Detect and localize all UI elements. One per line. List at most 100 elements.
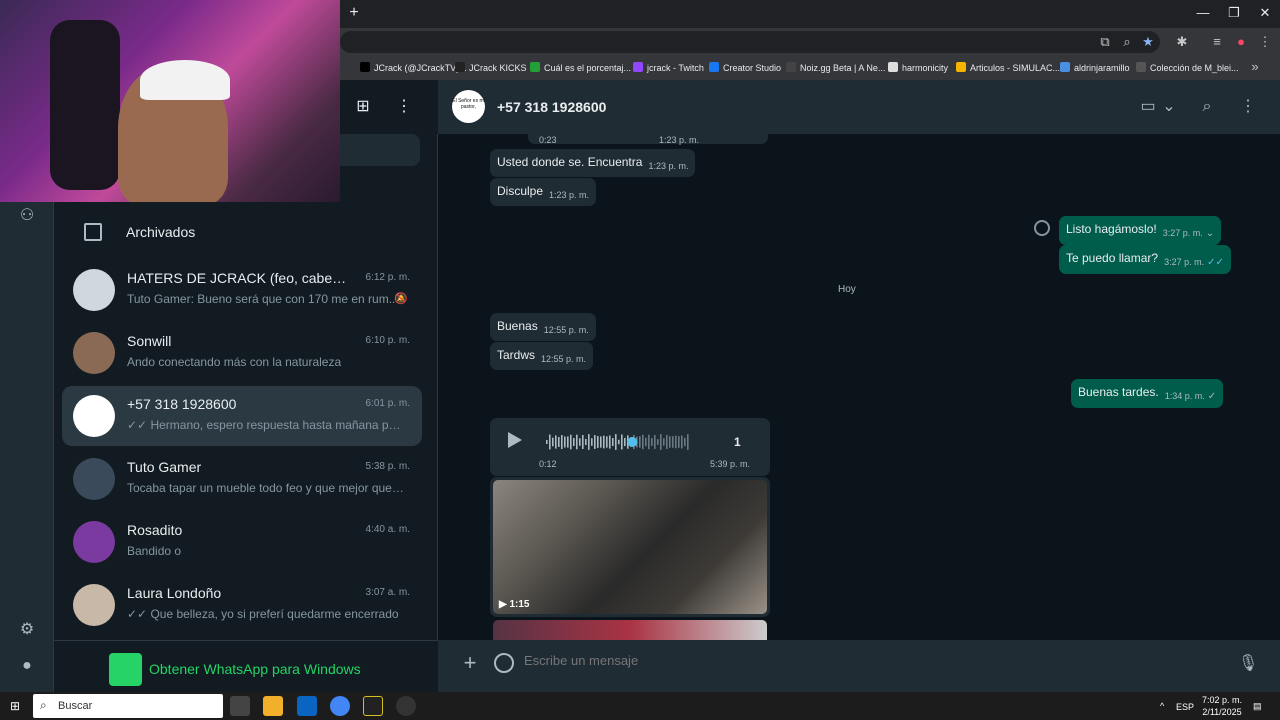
new-chat-icon[interactable]: ⊞: [351, 95, 375, 119]
archived-row[interactable]: Archivados: [54, 212, 438, 254]
bookmark-item[interactable]: Creator Studio: [709, 60, 781, 76]
video-thumbnail[interactable]: ▶ 1:15: [493, 480, 767, 614]
clock[interactable]: 7:02 p. m. 2/11/2025: [1200, 694, 1244, 718]
message-input[interactable]: [524, 653, 1224, 668]
get-windows-app-banner[interactable]: Obtener WhatsApp para Windows: [54, 640, 438, 692]
chat-avatar[interactable]: [73, 584, 115, 626]
waveform-bar: [594, 435, 596, 449]
obs-icon[interactable]: [396, 696, 416, 716]
waveform-bar: [585, 438, 587, 446]
video-thumbnail-partial[interactable]: [493, 620, 767, 640]
contact-title[interactable]: +57 318 1928600: [497, 99, 606, 115]
message-time: 1:34 p. m.: [1164, 391, 1205, 401]
message-text: Buenas: [497, 319, 538, 333]
extensions-icon[interactable]: ✱: [1173, 33, 1191, 51]
message-time: 12:55 p. m.: [541, 354, 587, 364]
chat-row[interactable]: Sonwill 6:10 p. m. Ando conectando más con…: [62, 323, 422, 383]
bookmark-item[interactable]: Noiz.gg Beta | A Ne...: [786, 60, 885, 76]
more-bookmarks-icon[interactable]: »: [1246, 58, 1264, 76]
app-icon[interactable]: [363, 696, 383, 716]
waveform-bar: [663, 438, 665, 446]
communities-icon[interactable]: ⚇: [15, 204, 39, 228]
bookmark-item[interactable]: Articulos - SIMULAC...: [956, 60, 1060, 76]
voice-message[interactable]: 1 0:12 5:39 p. m.: [490, 418, 770, 476]
message-bubble[interactable]: Buenas 12:55 p. m.: [490, 313, 596, 341]
bookmark-item[interactable]: JCrack KICKS: [455, 60, 527, 76]
video-call-icon[interactable]: ▭: [1138, 97, 1158, 117]
notifications-icon[interactable]: ▤: [1253, 700, 1262, 712]
waveform-bar: [684, 437, 686, 447]
chat-row[interactable]: Laura Londoño 3:07 a. m. ✓✓ Que belleza, y…: [62, 575, 422, 635]
minimize-button[interactable]: —: [1192, 4, 1214, 22]
chevron-down-icon[interactable]: ⌄: [1159, 97, 1179, 117]
chat-row[interactable]: Tuto Gamer 5:38 p. m. Tocaba tapar un mueb…: [62, 449, 422, 509]
message-bubble[interactable]: Buenas tardes. 1:34 p. m. ✓: [1071, 379, 1224, 408]
bookmark-favicon-icon: [956, 62, 966, 72]
bookmark-item[interactable]: jcrack - Twitch: [633, 60, 704, 76]
profile-icon[interactable]: ●: [1232, 33, 1250, 51]
bookmark-favicon-icon: [1136, 62, 1146, 72]
message-bubble[interactable]: Te puedo llamar? 3:27 p. m. ✓✓: [1059, 245, 1231, 274]
message-bubble[interactable]: Disculpe 1:23 p. m.: [490, 178, 597, 206]
profile-avatar-icon[interactable]: ●: [15, 654, 39, 678]
message-bubble[interactable]: Usted donde se. Encuentra 1:23 p. m.: [490, 149, 696, 177]
install-app-icon[interactable]: ⧉: [1096, 33, 1114, 51]
sticker-icon[interactable]: [494, 653, 514, 673]
chat-avatar[interactable]: [73, 458, 115, 500]
bookmark-item[interactable]: JCrack (@JCrackTV)...: [360, 60, 467, 76]
whatsapp-logo-icon: [109, 653, 142, 686]
microphone-icon[interactable]: 🎙: [1238, 653, 1258, 675]
file-explorer-icon[interactable]: [263, 696, 283, 716]
chat-avatar[interactable]: [73, 395, 115, 437]
chat-row[interactable]: +57 318 1928600 6:01 p. m. ✓✓ Hermano, esp…: [62, 386, 422, 446]
dropdown-chevron-icon[interactable]: ⌄: [1206, 228, 1214, 239]
message-bubble[interactable]: Listo hagámoslo! 3:27 p. m. ⌄: [1059, 216, 1222, 245]
chrome-icon[interactable]: [330, 696, 350, 716]
chat-row[interactable]: Rosadito 4:40 a. m. Bandido o: [62, 512, 422, 572]
message-bubble[interactable]: Tardws 12:55 p. m.: [490, 342, 594, 370]
emoji-reaction-icon[interactable]: [1034, 220, 1050, 236]
menu-icon[interactable]: ⋮: [392, 95, 416, 119]
chat-avatar[interactable]: [73, 521, 115, 563]
media-controls-icon[interactable]: ≡: [1208, 33, 1226, 51]
new-tab-button[interactable]: +: [346, 5, 362, 21]
voice-waveform[interactable]: [546, 434, 692, 450]
waveform-bar: [588, 434, 590, 450]
waveform-bar: [597, 436, 599, 448]
browser-menu-icon[interactable]: ⋮: [1256, 33, 1274, 51]
partial-message: [528, 134, 768, 144]
restore-button[interactable]: ❐: [1223, 4, 1245, 22]
tray-chevron-icon[interactable]: ^: [1160, 700, 1164, 712]
day-divider: Hoy: [838, 284, 856, 295]
zoom-icon[interactable]: ⌕: [1118, 33, 1136, 51]
outlook-icon[interactable]: [297, 696, 317, 716]
contact-avatar[interactable]: El Señor es mi pastor,: [452, 90, 485, 123]
start-button[interactable]: ⊞: [10, 699, 24, 713]
bookmark-item[interactable]: harmonicity: [888, 60, 948, 76]
chat-row[interactable]: HATERS DE JCRACK (feo, cabeza de ... 6:12…: [62, 260, 422, 320]
message-composer: + 🎙: [438, 640, 1280, 692]
video-message[interactable]: ▶ 1:15: [490, 477, 770, 617]
chat-preview: Tocaba tapar un mueble todo feo y que me…: [127, 481, 405, 495]
conversation-header[interactable]: El Señor es mi pastor, +57 318 1928600 ▭…: [438, 80, 1280, 134]
taskbar-search[interactable]: ⌕ Buscar: [33, 694, 223, 718]
attach-icon[interactable]: +: [460, 652, 480, 674]
bookmark-item[interactable]: Colección de M_blei...: [1136, 60, 1239, 76]
bookmark-star-icon[interactable]: ★: [1139, 33, 1157, 51]
play-icon[interactable]: [508, 432, 522, 448]
close-window-button[interactable]: ✕: [1254, 4, 1276, 22]
waveform-bar: [600, 436, 602, 448]
menu-icon[interactable]: ⋮: [1238, 97, 1258, 117]
bookmark-item[interactable]: aldrinjaramillo: [1060, 60, 1130, 76]
bookmark-item[interactable]: Cuál es el porcentaj...: [530, 60, 631, 76]
search-icon[interactable]: ⌕: [1197, 97, 1217, 117]
chat-avatar[interactable]: [73, 269, 115, 311]
chat-avatar[interactable]: [73, 332, 115, 374]
language-indicator[interactable]: ESP: [1176, 701, 1194, 713]
task-view-icon[interactable]: [230, 696, 250, 716]
settings-icon[interactable]: ⚙: [15, 618, 39, 642]
waveform-bar: [618, 439, 620, 445]
chat-name: Tuto Gamer: [127, 459, 202, 475]
video-duration: ▶ 1:15: [499, 599, 530, 610]
address-bar[interactable]: [340, 31, 1160, 53]
